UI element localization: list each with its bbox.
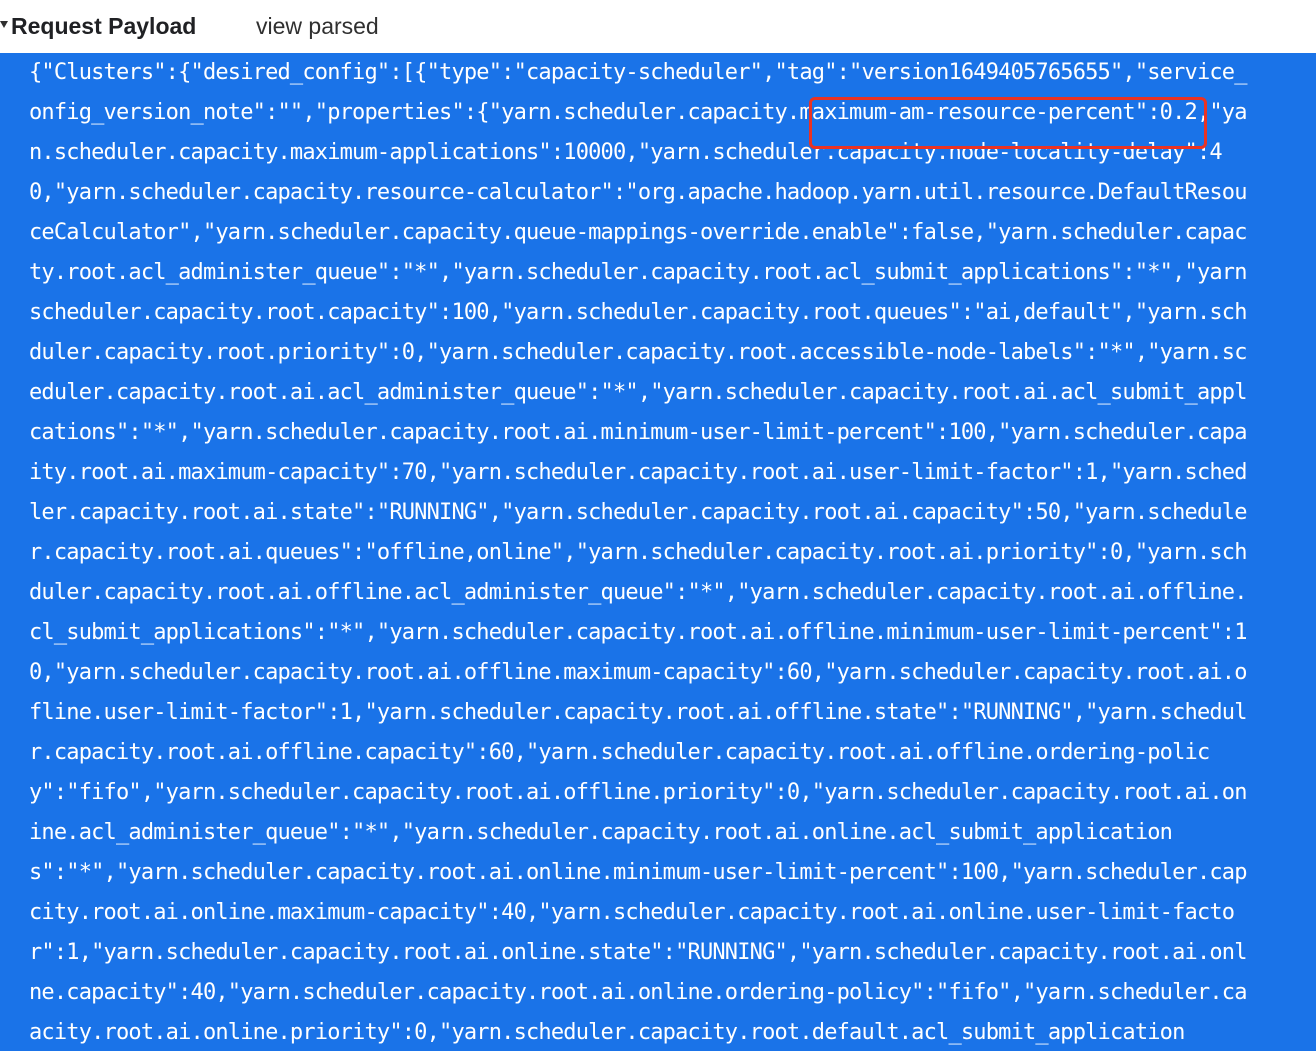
- payload-line[interactable]: n.scheduler.capacity.maximum-application…: [29, 133, 1247, 173]
- request-payload-body[interactable]: {"Clusters":{"desired_config":[{"type":"…: [0, 53, 1316, 1051]
- payload-line[interactable]: ty.root.acl_administer_queue":"*","yarn.…: [29, 253, 1247, 293]
- caret-down-icon[interactable]: [0, 21, 8, 28]
- payload-line[interactable]: 0,"yarn.scheduler.capacity.resource-calc…: [29, 173, 1247, 213]
- payload-line[interactable]: scheduler.capacity.root.capacity":100,"y…: [29, 293, 1247, 333]
- payload-line[interactable]: r.capacity.root.ai.queues":"offline,onli…: [29, 533, 1247, 573]
- payload-line[interactable]: s":"*","yarn.scheduler.capacity.root.ai.…: [29, 853, 1247, 893]
- payload-line[interactable]: ler.capacity.root.ai.state":"RUNNING","y…: [29, 493, 1247, 533]
- payload-line[interactable]: cations":"*","yarn.scheduler.capacity.ro…: [29, 413, 1247, 453]
- payload-line[interactable]: duler.capacity.root.ai.offline.acl_admin…: [29, 573, 1247, 613]
- payload-line[interactable]: {"Clusters":{"desired_config":[{"type":"…: [29, 53, 1247, 93]
- payload-line[interactable]: ne.capacity":40,"yarn.scheduler.capacity…: [29, 973, 1247, 1013]
- payload-text[interactable]: {"Clusters":{"desired_config":[{"type":"…: [29, 53, 1247, 1051]
- payload-line[interactable]: eduler.capacity.root.ai.acl_administer_q…: [29, 373, 1247, 413]
- payload-line[interactable]: r":1,"yarn.scheduler.capacity.root.ai.on…: [29, 933, 1247, 973]
- payload-line[interactable]: ceCalculator","yarn.scheduler.capacity.q…: [29, 213, 1247, 253]
- view-parsed-link[interactable]: view parsed: [256, 11, 379, 41]
- payload-line[interactable]: onfig_version_note":"","properties":{"ya…: [29, 93, 1247, 133]
- payload-line[interactable]: acity.root.ai.online.priority":0,"yarn.s…: [29, 1013, 1247, 1051]
- section-title[interactable]: Request Payload: [11, 11, 196, 41]
- request-payload-header: Request Payload view parsed: [0, 0, 1316, 53]
- payload-line[interactable]: cl_submit_applications":"*","yarn.schedu…: [29, 613, 1247, 653]
- payload-line[interactable]: r.capacity.root.ai.offline.capacity":60,…: [29, 733, 1247, 773]
- payload-line[interactable]: city.root.ai.online.maximum-capacity":40…: [29, 893, 1247, 933]
- payload-line[interactable]: duler.capacity.root.priority":0,"yarn.sc…: [29, 333, 1247, 373]
- payload-line[interactable]: ine.acl_administer_queue":"*","yarn.sche…: [29, 813, 1247, 853]
- payload-line[interactable]: fline.user-limit-factor":1,"yarn.schedul…: [29, 693, 1247, 733]
- payload-line[interactable]: 0,"yarn.scheduler.capacity.root.ai.offli…: [29, 653, 1247, 693]
- payload-line[interactable]: ity.root.ai.maximum-capacity":70,"yarn.s…: [29, 453, 1247, 493]
- payload-line[interactable]: y":"fifo","yarn.scheduler.capacity.root.…: [29, 773, 1247, 813]
